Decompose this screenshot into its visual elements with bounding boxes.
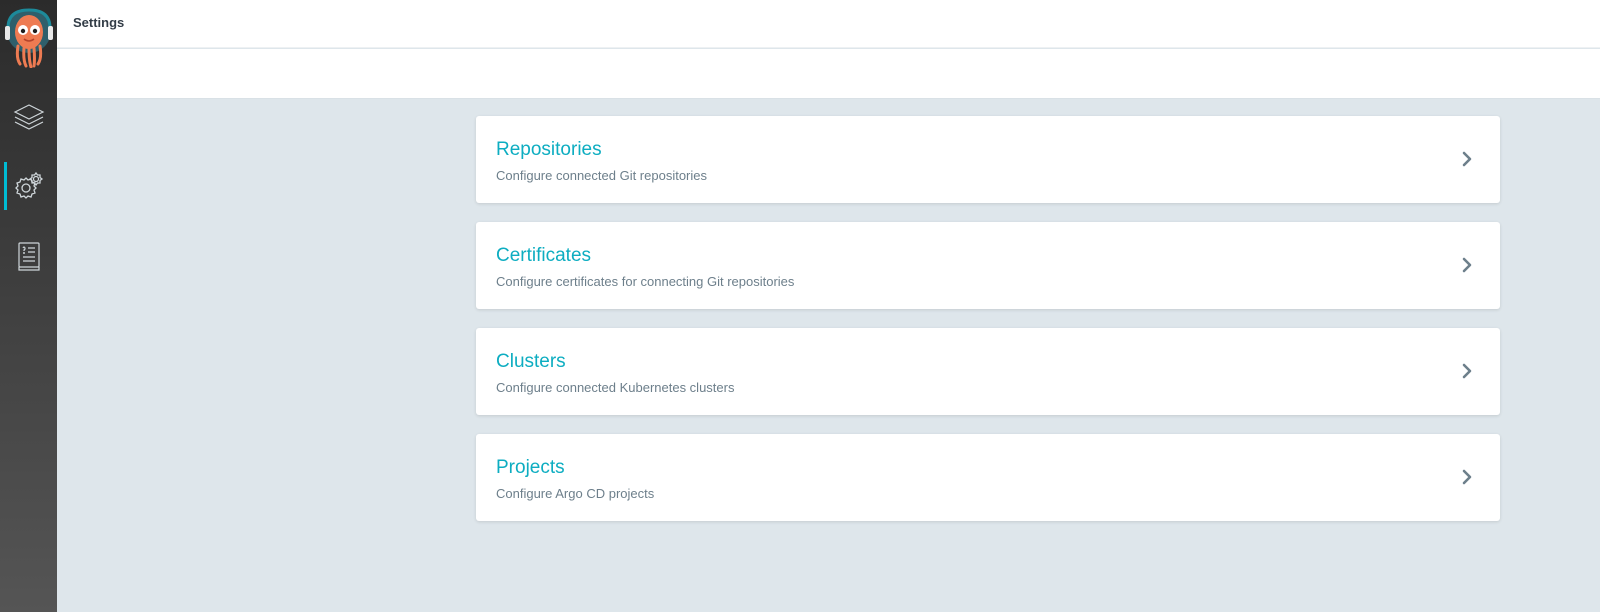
card-description: Configure connected Kubernetes clusters: [496, 380, 735, 395]
chevron-right-icon: [1462, 363, 1472, 379]
card-description: Configure connected Git repositories: [496, 168, 708, 183]
page-title: Settings: [73, 15, 125, 30]
card-title: Certificates: [496, 245, 592, 266]
card-title: Clusters: [496, 351, 566, 372]
layers-icon: [13, 104, 44, 130]
settings-card-certificates[interactable]: Certificates Configure certificates for …: [476, 222, 1500, 309]
chevron-right-icon: [1462, 257, 1472, 273]
card-description: Configure certificates for connecting Gi…: [496, 274, 795, 289]
settings-card-projects[interactable]: Projects Configure Argo CD projects: [476, 434, 1500, 521]
sidebar-item-docs[interactable]: [0, 230, 57, 282]
sidebar-item-applications[interactable]: [0, 92, 57, 144]
settings-card-repositories[interactable]: Repositories Configure connected Git rep…: [476, 116, 1500, 203]
book-icon: [17, 242, 40, 271]
chevron-right-icon: [1462, 151, 1472, 167]
toolbar-area: [57, 49, 1600, 99]
card-title: Repositories: [496, 139, 602, 160]
sidebar: [0, 0, 57, 612]
top-bar: Settings: [57, 0, 1600, 48]
card-title: Projects: [496, 457, 565, 478]
gear-icon: [14, 171, 43, 199]
card-description: Configure Argo CD projects: [496, 486, 655, 501]
chevron-right-icon: [1462, 469, 1472, 485]
settings-card-clusters[interactable]: Clusters Configure connected Kubernetes …: [476, 328, 1500, 415]
argo-logo-icon[interactable]: [4, 6, 54, 69]
sidebar-item-settings[interactable]: [0, 160, 57, 212]
